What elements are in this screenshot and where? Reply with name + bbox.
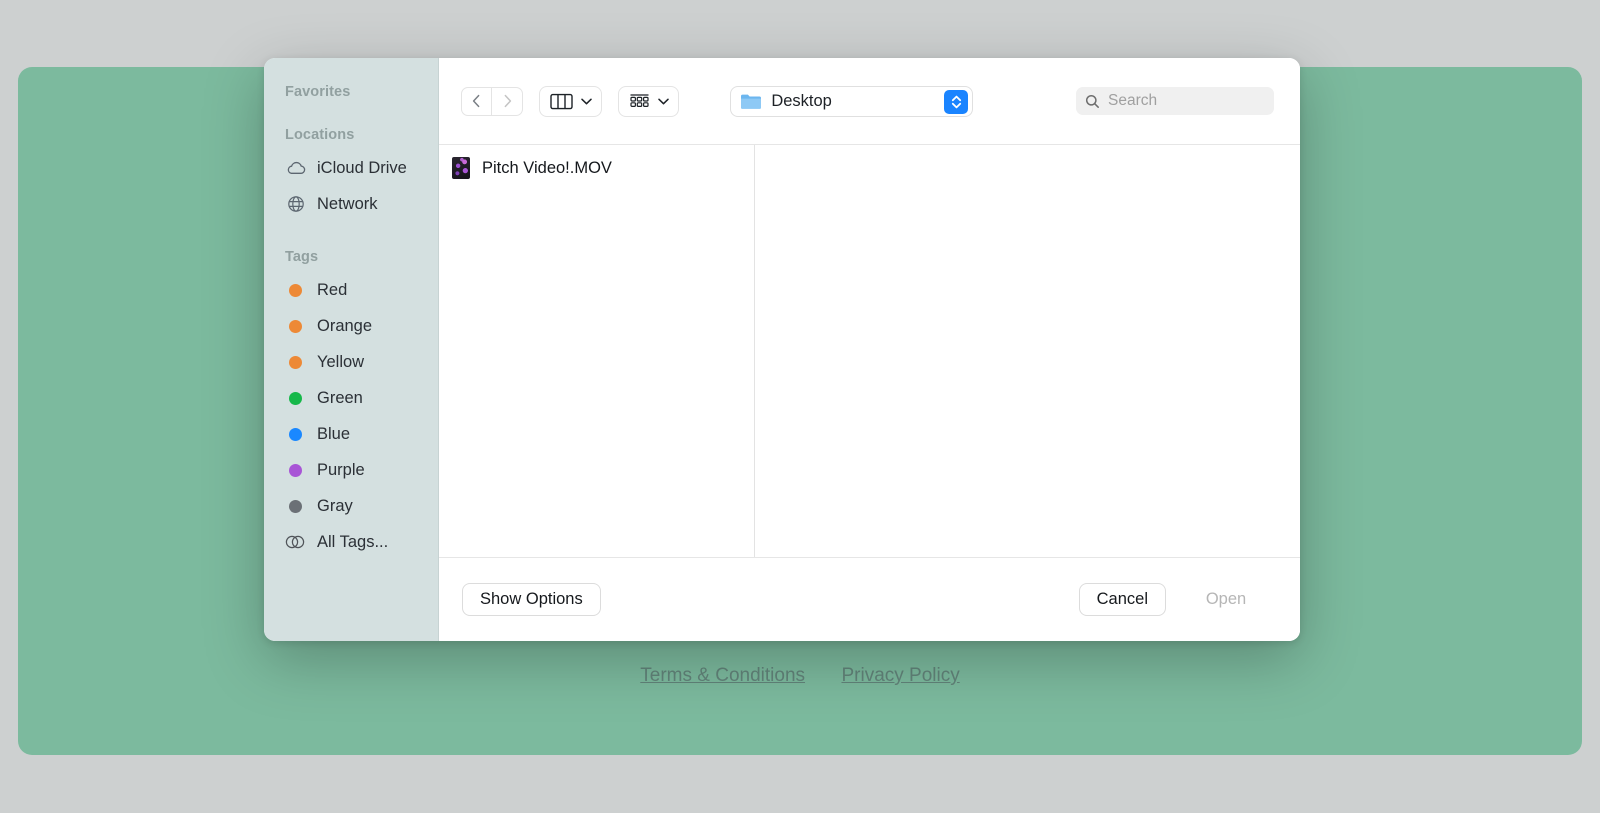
sidebar-section-favorites: Favorites: [285, 84, 351, 100]
sidebar-item-tag-green[interactable]: Green: [264, 380, 438, 416]
file-column-preview: [755, 145, 1300, 557]
sidebar-item-label: iCloud Drive: [317, 158, 407, 177]
tag-color-swatch: [289, 499, 302, 513]
sidebar-item-label: Blue: [317, 424, 351, 443]
sidebar-item-tag-gray[interactable]: Gray: [264, 488, 438, 524]
navigation-button-group: [461, 86, 523, 116]
cloud-icon: [285, 158, 306, 179]
tag-dot-icon: [285, 460, 306, 481]
dialog-footer: Show Options Cancel Open: [439, 558, 1300, 641]
screen: Step Three Figure out what you want to d…: [0, 0, 1600, 813]
sidebar-item-label: Red: [317, 280, 348, 299]
show-options-button[interactable]: Show Options: [462, 583, 601, 616]
tag-color-swatch: [289, 391, 302, 405]
sidebar-item-all-tags[interactable]: All Tags...: [264, 524, 438, 560]
search-icon: [1085, 94, 1099, 108]
sidebar-item-label: Purple: [317, 460, 365, 479]
globe-icon: [285, 194, 306, 215]
terms-link[interactable]: Terms & Conditions: [640, 665, 805, 686]
search-field[interactable]: Search: [1075, 87, 1274, 115]
video-file-icon: [452, 157, 470, 179]
file-open-dialog: Favorites Locations iCloud Drive Network…: [264, 58, 1300, 641]
file-browser: Pitch Video!.MOV: [439, 145, 1300, 558]
chevron-down-icon: [658, 98, 669, 104]
path-popup-label: Desktop: [771, 91, 832, 110]
view-mode-button[interactable]: [539, 85, 602, 117]
chevron-left-icon: [472, 94, 480, 108]
open-button[interactable]: Open: [1178, 583, 1274, 616]
forward-button[interactable]: [492, 86, 523, 116]
column-view-icon: [550, 93, 573, 109]
cancel-button[interactable]: Cancel: [1078, 583, 1166, 616]
tag-dot-icon: [285, 316, 306, 337]
group-by-button[interactable]: [618, 85, 679, 117]
tag-dot-icon: [285, 352, 306, 373]
dialog-sidebar: Favorites Locations iCloud Drive Network…: [264, 58, 439, 641]
sidebar-item-network[interactable]: Network: [264, 186, 438, 222]
tag-color-swatch: [289, 283, 302, 297]
sidebar-item-tag-purple[interactable]: Purple: [264, 452, 438, 488]
search-placeholder: Search: [1107, 92, 1158, 109]
path-popup-button[interactable]: Desktop: [730, 85, 974, 117]
tag-color-swatch: [289, 463, 302, 477]
all-tags-icon: [285, 532, 306, 553]
grid-view-icon: [630, 93, 649, 107]
chevron-down-icon: [581, 98, 592, 104]
sidebar-item-icloud-drive[interactable]: iCloud Drive: [264, 150, 438, 186]
page-footer: Terms & Conditions Privacy Policy: [18, 665, 1582, 687]
tag-color-swatch: [289, 355, 302, 369]
sidebar-item-tag-yellow[interactable]: Yellow: [264, 344, 438, 380]
tag-color-swatch: [289, 427, 302, 441]
tag-dot-icon: [285, 424, 306, 445]
dialog-main: Desktop Search Pitch Video!.MOV Show Opt…: [439, 58, 1300, 641]
tag-dot-icon: [285, 388, 306, 409]
tag-dot-icon: [285, 280, 306, 301]
stepper-icon[interactable]: [944, 89, 969, 114]
file-name-label: Pitch Video!.MOV: [482, 158, 612, 177]
folder-icon: [741, 94, 762, 109]
sidebar-item-tag-blue[interactable]: Blue: [264, 416, 438, 452]
back-button[interactable]: [461, 86, 492, 116]
chevron-right-icon: [504, 94, 511, 108]
sidebar-item-tag-orange[interactable]: Orange: [264, 308, 438, 344]
privacy-link[interactable]: Privacy Policy: [841, 665, 959, 686]
tag-dot-icon: [285, 496, 306, 517]
sidebar-item-label: Network: [317, 194, 378, 213]
tag-color-swatch: [289, 319, 302, 333]
dialog-toolbar: Desktop Search: [439, 58, 1300, 145]
sidebar-item-label: Yellow: [317, 352, 365, 371]
sidebar-item-tag-red[interactable]: Red: [264, 272, 438, 308]
sidebar-item-label: All Tags...: [317, 532, 389, 551]
sidebar-item-label: Green: [317, 388, 363, 407]
sidebar-item-label: Orange: [317, 316, 373, 335]
sidebar-section-tags: Tags: [285, 249, 319, 265]
sidebar-section-locations: Locations: [285, 127, 355, 143]
sidebar-item-label: Gray: [317, 496, 353, 515]
file-list-item[interactable]: Pitch Video!.MOV: [439, 154, 754, 182]
file-column-primary[interactable]: Pitch Video!.MOV: [439, 145, 755, 557]
